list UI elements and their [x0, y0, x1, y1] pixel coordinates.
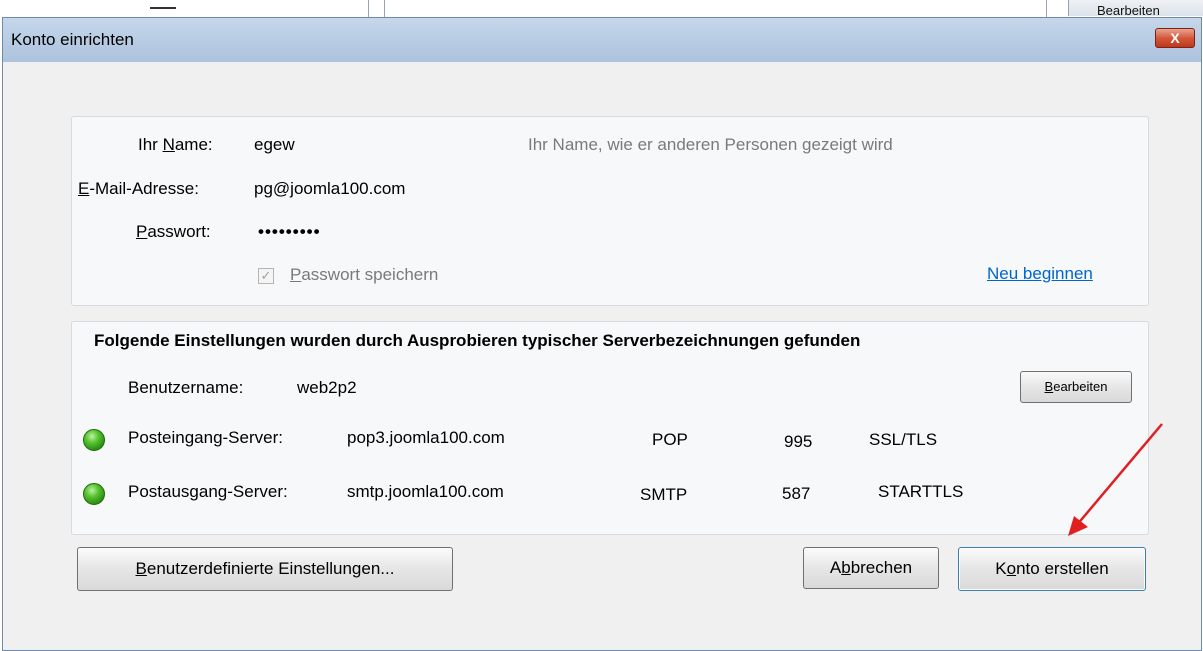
custom-settings-button[interactable]: Benutzerdefinierte Einstellungen... — [77, 547, 453, 591]
account-setup-dialog: Konto einrichten X Ihr Name: egew Ihr Na… — [2, 17, 1202, 651]
background-icon — [150, 0, 176, 9]
background-tab[interactable]: Bearbeiten — [1068, 0, 1203, 16]
email-label: E-Mail-Adresse: — [78, 179, 199, 198]
incoming-server-port: 995 — [784, 432, 813, 451]
incoming-server-label: Posteingang-Server: — [128, 428, 283, 447]
incoming-server-security: SSL/TLS — [869, 430, 938, 449]
restart-link[interactable]: Neu beginnen — [987, 264, 1093, 284]
annotation-arrow-icon — [1068, 423, 1163, 536]
name-hint: Ihr Name, wie er anderen Personen gezeig… — [528, 135, 893, 154]
outgoing-status-icon — [83, 483, 105, 505]
close-icon: X — [1170, 30, 1180, 46]
username-label: Benutzername: — [128, 378, 244, 397]
outgoing-server-security: STARTTLS — [878, 482, 964, 501]
name-label: Ihr Name: — [138, 135, 213, 154]
title-bar[interactable]: Konto einrichten X — [3, 18, 1201, 62]
incoming-server-protocol: POP — [652, 430, 688, 449]
background-tab-label: Bearbeiten — [1097, 3, 1160, 16]
outgoing-server-protocol: SMTP — [640, 485, 688, 504]
outgoing-server-host: smtp.joomla100.com — [347, 482, 504, 501]
username-value: web2p2 — [297, 378, 357, 397]
name-field[interactable]: egew — [254, 135, 295, 155]
email-field[interactable]: pg@joomla100.com — [254, 179, 405, 199]
create-account-button[interactable]: Konto erstellen — [958, 547, 1146, 591]
arrow-head — [1068, 516, 1088, 536]
edit-button[interactable]: Bearbeiten — [1020, 371, 1132, 403]
dialog-content: Ihr Name: egew Ihr Name, wie er anderen … — [3, 62, 1201, 650]
incoming-status-icon — [83, 429, 105, 451]
found-settings-heading: Folgende Einstellungen wurden durch Ausp… — [94, 331, 861, 350]
outgoing-server-label: Postausgang-Server: — [128, 482, 288, 501]
cancel-button[interactable]: Abbrechen — [803, 547, 939, 589]
account-panel: Ihr Name: egew Ihr Name, wie er anderen … — [71, 116, 1149, 306]
close-button[interactable]: X — [1155, 28, 1195, 48]
incoming-server-host: pop3.joomla100.com — [347, 428, 505, 447]
password-field[interactable]: ••••••••• — [258, 222, 321, 242]
save-password-checkbox[interactable]: ✓ — [258, 268, 274, 284]
found-settings-panel: Folgende Einstellungen wurden durch Ausp… — [71, 321, 1149, 535]
window-title: Konto einrichten — [11, 30, 134, 49]
outgoing-server-port: 587 — [782, 484, 811, 503]
checkmark-icon: ✓ — [260, 268, 272, 283]
password-label: Passwort: — [136, 222, 211, 241]
arrow-shaft — [1075, 423, 1163, 527]
save-password-label[interactable]: Passwort speichern — [290, 265, 438, 285]
